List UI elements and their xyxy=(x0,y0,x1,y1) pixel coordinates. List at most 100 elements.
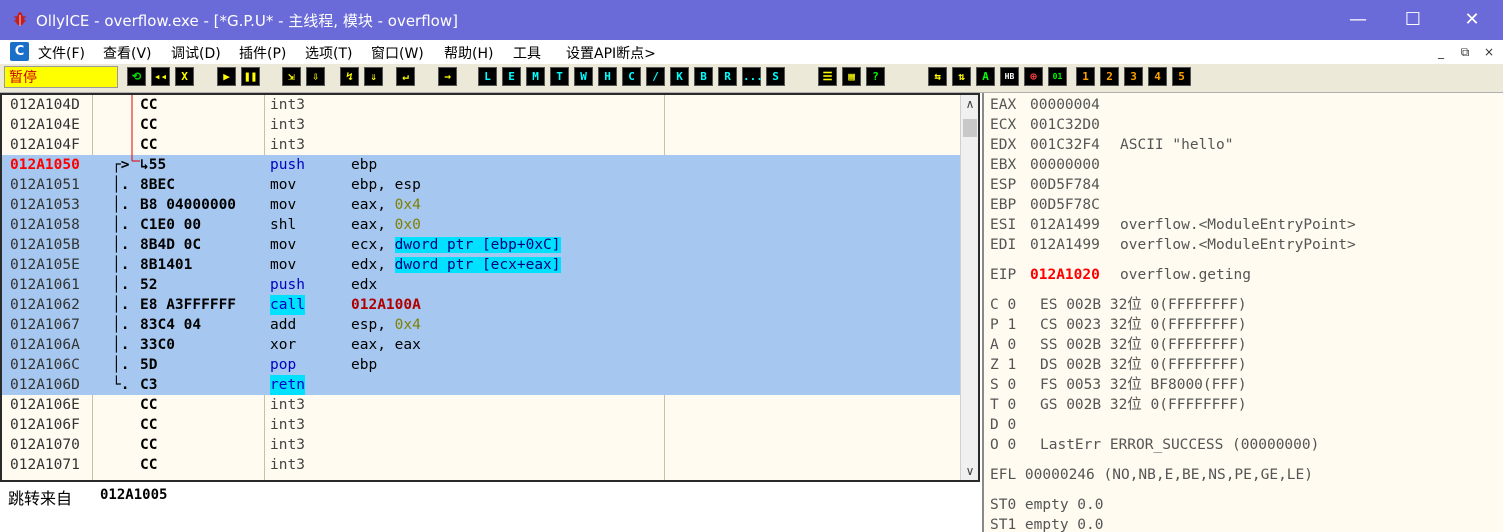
address-cell[interactable]: 012A1070 xyxy=(10,435,80,455)
plugin-2-button[interactable]: ⇅ xyxy=(952,67,971,86)
plugin-4-button[interactable]: HB xyxy=(1000,67,1019,86)
plugin-5-button[interactable]: ⊕ xyxy=(1024,67,1043,86)
menu-options[interactable]: 选项(T) xyxy=(305,43,352,63)
trace-over-button[interactable]: ⇓ xyxy=(364,67,383,86)
address-cell[interactable]: 012A1050 xyxy=(10,155,80,175)
scroll-up-icon[interactable]: ∧ xyxy=(961,95,978,113)
disasm-row[interactable]: 012A106F CC int3 xyxy=(2,415,960,435)
address-cell[interactable]: 012A106F xyxy=(10,415,80,435)
address-cell[interactable]: 012A1061 xyxy=(10,275,80,295)
menu-view[interactable]: 查看(V) xyxy=(103,43,152,63)
memory-window-button[interactable]: M xyxy=(526,67,545,86)
plugin-6-button[interactable]: 01 xyxy=(1048,67,1067,86)
modules-window-button[interactable]: E xyxy=(502,67,521,86)
call-target[interactable]: 012A100A xyxy=(351,297,421,313)
patches-window-button[interactable]: / xyxy=(646,67,665,86)
register-value[interactable]: 012A1020 xyxy=(1030,265,1100,285)
scroll-down-icon[interactable]: ∨ xyxy=(961,462,978,480)
debug-options-button[interactable]: ☰ xyxy=(818,67,837,86)
handles-window-button[interactable]: H xyxy=(598,67,617,86)
disasm-row[interactable]: 012A1061 │. 52 push edx xyxy=(2,275,960,295)
close-debug-button[interactable]: ◂◂ xyxy=(151,67,170,86)
disasm-row[interactable]: 012A106E CC int3 xyxy=(2,395,960,415)
disasm-row[interactable]: 012A106D └. C3 retn xyxy=(2,375,960,395)
restart-button[interactable]: ⟲ xyxy=(127,67,146,86)
cpu-window-icon[interactable]: C xyxy=(10,42,29,61)
plugin-9-button[interactable]: 3 xyxy=(1124,67,1143,86)
register-value[interactable]: 001C32F4 xyxy=(1030,135,1100,155)
address-cell[interactable]: 012A106A xyxy=(10,335,80,355)
menu-plugins[interactable]: 插件(P) xyxy=(239,43,286,63)
maximize-button[interactable]: ☐ xyxy=(1386,0,1440,40)
menu-help[interactable]: 帮助(H) xyxy=(444,43,493,63)
address-cell[interactable]: 012A1071 xyxy=(10,455,80,475)
address-cell[interactable]: 012A105B xyxy=(10,235,80,255)
trace-into-button[interactable]: ↯ xyxy=(340,67,359,86)
disasm-row[interactable]: 012A1058 │. C1E0 00 shl eax, 0x0 xyxy=(2,215,960,235)
disasm-row[interactable]: 012A1070 CC int3 xyxy=(2,435,960,455)
address-cell[interactable]: 012A1053 xyxy=(10,195,80,215)
goto-address-button[interactable]: → xyxy=(438,67,457,86)
vertical-scrollbar[interactable]: ∧ ∨ xyxy=(960,95,978,480)
register-value[interactable]: 00D5F78C xyxy=(1030,195,1100,215)
call-stack-button[interactable]: K xyxy=(670,67,689,86)
fpu-register-st1[interactable]: ST1 empty 0.0 xyxy=(990,515,1104,532)
address-cell[interactable]: 012A104E xyxy=(10,115,80,135)
disasm-row[interactable]: 012A1062 │. E8 A3FFFFFF call 012A100A xyxy=(2,295,960,315)
disasm-row[interactable]: 012A106A │. 33C0 xor eax, eax xyxy=(2,335,960,355)
register-value[interactable]: 012A1499 xyxy=(1030,235,1100,255)
plugin-1-button[interactable]: ⇆ xyxy=(928,67,947,86)
disasm-row[interactable]: 012A1051 │. 8BEC mov ebp, esp xyxy=(2,175,960,195)
help-button[interactable]: ? xyxy=(866,67,885,86)
scroll-thumb[interactable] xyxy=(963,119,977,137)
disasm-row[interactable]: 012A1053 │. B8 04000000 mov eax, 0x4 xyxy=(2,195,960,215)
address-cell[interactable]: 012A106C xyxy=(10,355,80,375)
appearance-button[interactable]: ▦ xyxy=(842,67,861,86)
run-button[interactable]: ▶ xyxy=(217,67,236,86)
register-efl[interactable]: EFL 00000246 (NO,NB,E,BE,NS,PE,GE,LE) xyxy=(990,465,1313,485)
log-window-button[interactable]: L xyxy=(478,67,497,86)
disassembly-pane[interactable]: 012A104D CC int3 012A104E CC int3 012A104F CC in… xyxy=(0,93,980,482)
disasm-row[interactable]: 012A105E │. 8B1401 mov edx, dword ptr [ecx+e… xyxy=(2,255,960,275)
threads-window-button[interactable]: T xyxy=(550,67,569,86)
fpu-register-st0[interactable]: ST0 empty 0.0 xyxy=(990,495,1104,515)
execute-till-return-button[interactable]: ↵ xyxy=(396,67,415,86)
address-cell[interactable]: 012A1051 xyxy=(10,175,80,195)
menu-tools[interactable]: 工具 xyxy=(513,43,541,63)
terminate-button[interactable]: X xyxy=(175,67,194,86)
address-cell[interactable]: 012A106D xyxy=(10,375,80,395)
register-value[interactable]: 012A1499 xyxy=(1030,215,1100,235)
plugin-3-button[interactable]: A xyxy=(976,67,995,86)
plugin-7-button[interactable]: 1 xyxy=(1076,67,1095,86)
address-cell[interactable]: 012A104D xyxy=(10,95,80,115)
disasm-row[interactable]: 012A1071 CC int3 xyxy=(2,455,960,475)
menu-debug[interactable]: 调试(D) xyxy=(171,43,221,63)
address-cell[interactable]: 012A1058 xyxy=(10,215,80,235)
disasm-row[interactable]: 012A1067 │. 83C4 04 add esp, 0x4 xyxy=(2,315,960,335)
run-trace-button[interactable]: ... xyxy=(742,67,763,86)
references-window-button[interactable]: R xyxy=(718,67,737,86)
mdi-restore-button[interactable]: ⧉ xyxy=(1455,44,1475,60)
source-window-button[interactable]: S xyxy=(766,67,785,86)
address-cell[interactable]: 012A105E xyxy=(10,255,80,275)
pause-button[interactable]: ❚❚ xyxy=(241,67,260,86)
menu-file[interactable]: 文件(F) xyxy=(38,43,85,63)
disasm-row[interactable]: 012A105B │. 8B4D 0C mov ecx, dword ptr [ebp+… xyxy=(2,235,960,255)
plugin-8-button[interactable]: 2 xyxy=(1100,67,1119,86)
close-button[interactable]: ✕ xyxy=(1445,0,1499,40)
menu-api-breakpoint[interactable]: 设置API断点> xyxy=(566,43,656,63)
register-value[interactable]: 00000004 xyxy=(1030,95,1100,115)
cpu-window-button[interactable]: C xyxy=(622,67,641,86)
plugin-11-button[interactable]: 5 xyxy=(1172,67,1191,86)
mdi-minimize-button[interactable]: _ xyxy=(1431,44,1451,60)
disasm-row[interactable]: 012A106C │. 5D pop ebp xyxy=(2,355,960,375)
mdi-close-button[interactable]: × xyxy=(1479,44,1499,60)
plugin-10-button[interactable]: 4 xyxy=(1148,67,1167,86)
minimize-button[interactable]: — xyxy=(1331,0,1385,40)
breakpoints-window-button[interactable]: B xyxy=(694,67,713,86)
register-value[interactable]: 00000000 xyxy=(1030,155,1100,175)
jump-from-address[interactable]: 012A1005 xyxy=(100,487,167,503)
windows-window-button[interactable]: W xyxy=(574,67,593,86)
address-cell[interactable]: 012A106E xyxy=(10,395,80,415)
step-into-button[interactable]: ⇲ xyxy=(282,67,301,86)
